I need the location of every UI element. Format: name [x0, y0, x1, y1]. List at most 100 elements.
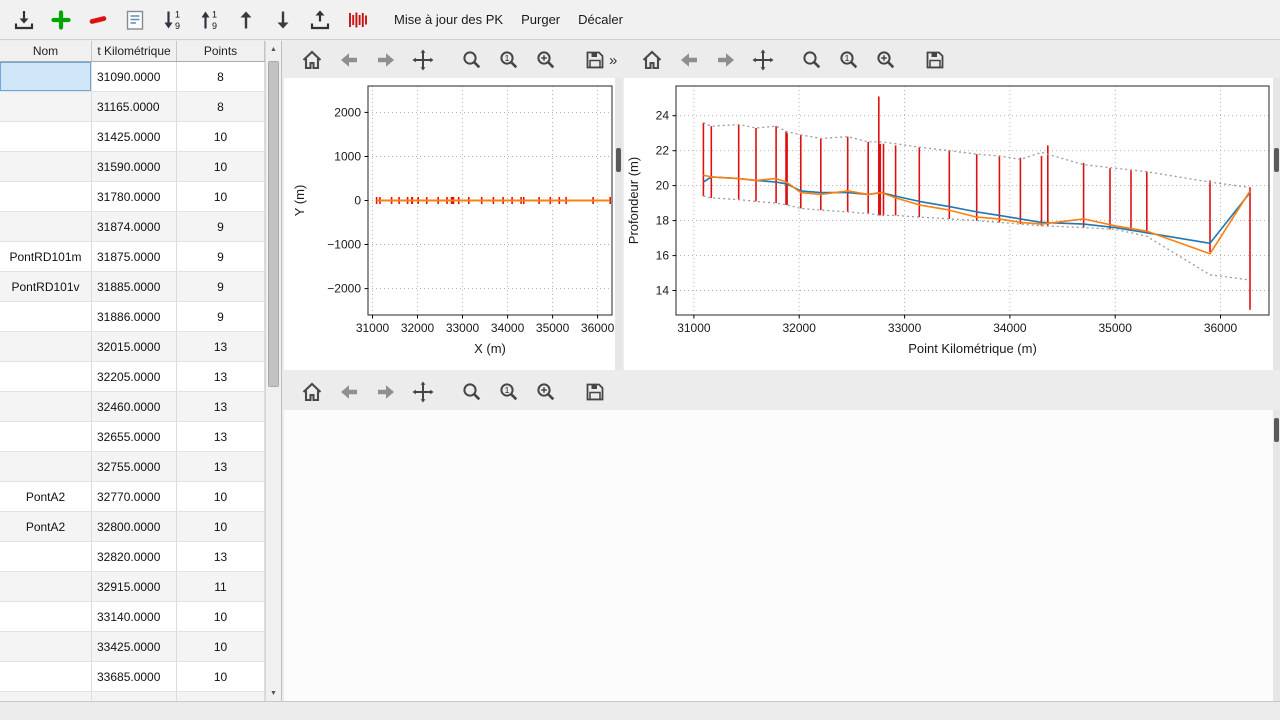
cell-nom[interactable]: [0, 92, 92, 122]
cell-empty[interactable]: [92, 692, 177, 701]
cell-nom[interactable]: PontRD101m: [0, 242, 92, 272]
cell-pk[interactable]: 32820.0000: [92, 542, 177, 572]
cell-nom[interactable]: [0, 392, 92, 422]
export-button[interactable]: [306, 6, 334, 34]
zoom-button[interactable]: [458, 378, 486, 406]
cell-nom[interactable]: [0, 452, 92, 482]
save-button[interactable]: [921, 46, 949, 74]
import-button[interactable]: [10, 6, 38, 34]
bottom-panel-scrollbar[interactable]: [1273, 410, 1280, 701]
cell-nom[interactable]: [0, 602, 92, 632]
cell-points[interactable]: 9: [177, 302, 265, 332]
cell-points[interactable]: 9: [177, 272, 265, 302]
table-scrollbar-thumb[interactable]: [268, 61, 279, 387]
cell-pk[interactable]: 32915.0000: [92, 572, 177, 602]
cell-points[interactable]: 13: [177, 422, 265, 452]
pan-button[interactable]: [409, 46, 437, 74]
cell-pk[interactable]: 32770.0000: [92, 482, 177, 512]
xy-plot-figure[interactable]: 310003200033000340003500036000−2000−1000…: [284, 78, 615, 370]
cell-points[interactable]: 10: [177, 182, 265, 212]
pan-button[interactable]: [409, 378, 437, 406]
cell-empty[interactable]: [0, 692, 92, 701]
cell-pk[interactable]: 31875.0000: [92, 242, 177, 272]
cell-pk[interactable]: 31165.0000: [92, 92, 177, 122]
cell-points[interactable]: 13: [177, 542, 265, 572]
sections-button[interactable]: [343, 6, 371, 34]
zoom-one-button[interactable]: 1: [495, 46, 523, 74]
cell-nom[interactable]: PontA2: [0, 512, 92, 542]
cell-nom[interactable]: [0, 152, 92, 182]
cell-nom[interactable]: [0, 332, 92, 362]
scroll-down-button[interactable]: ▼: [266, 685, 281, 701]
cell-nom[interactable]: [0, 632, 92, 662]
profile-plot-figure[interactable]: 3100032000330003400035000360001416182022…: [624, 78, 1273, 370]
cell-pk[interactable]: 33425.0000: [92, 632, 177, 662]
zoom-button[interactable]: [458, 46, 486, 74]
zoom-marked-button[interactable]: [532, 46, 560, 74]
cell-points[interactable]: 9: [177, 242, 265, 272]
cell-points[interactable]: 8: [177, 62, 265, 92]
cell-points[interactable]: 11: [177, 572, 265, 602]
cell-pk[interactable]: 32800.0000: [92, 512, 177, 542]
table-scrollbar[interactable]: ▲ ▼: [265, 41, 281, 701]
sort-desc-button[interactable]: 19: [158, 6, 186, 34]
cell-nom[interactable]: [0, 182, 92, 212]
cell-pk[interactable]: 33140.0000: [92, 602, 177, 632]
zoom-marked-button[interactable]: [872, 46, 900, 74]
back-button[interactable]: [335, 378, 363, 406]
cell-nom[interactable]: [0, 422, 92, 452]
forward-button[interactable]: [712, 46, 740, 74]
cell-pk[interactable]: 31886.0000: [92, 302, 177, 332]
selected-cell[interactable]: [0, 62, 92, 92]
cell-pk[interactable]: 31090.0000: [92, 62, 177, 92]
cell-pk[interactable]: 32755.0000: [92, 452, 177, 482]
cell-points[interactable]: 13: [177, 452, 265, 482]
xy-panel-scrollbar-thumb[interactable]: [616, 148, 621, 172]
cell-pk[interactable]: 31590.0000: [92, 152, 177, 182]
column-header-points[interactable]: Points: [177, 41, 265, 61]
cell-points[interactable]: 10: [177, 122, 265, 152]
forward-button[interactable]: [372, 46, 400, 74]
cell-pk[interactable]: 32015.0000: [92, 332, 177, 362]
bottom-panel-scrollbar-thumb[interactable]: [1274, 418, 1279, 442]
cell-points[interactable]: 10: [177, 632, 265, 662]
scroll-up-button[interactable]: ▲: [266, 41, 281, 57]
cell-nom[interactable]: [0, 302, 92, 332]
cell-nom[interactable]: [0, 572, 92, 602]
zoom-one-button[interactable]: 1: [835, 46, 863, 74]
profile-panel-scrollbar-thumb[interactable]: [1274, 148, 1279, 172]
shift-button[interactable]: Décaler: [569, 7, 632, 32]
cell-nom[interactable]: [0, 542, 92, 572]
back-button[interactable]: [335, 46, 363, 74]
form-button[interactable]: [121, 6, 149, 34]
cell-pk[interactable]: 31885.0000: [92, 272, 177, 302]
cell-nom[interactable]: [0, 662, 92, 692]
forward-button[interactable]: [372, 378, 400, 406]
cell-pk[interactable]: 31425.0000: [92, 122, 177, 152]
column-header-pk[interactable]: t Kilométrique: [92, 41, 177, 61]
home-button[interactable]: [298, 46, 326, 74]
column-header-nom[interactable]: Nom: [0, 41, 92, 61]
cell-nom[interactable]: [0, 362, 92, 392]
cell-pk[interactable]: 32460.0000: [92, 392, 177, 422]
move-up-button[interactable]: [232, 6, 260, 34]
cell-nom[interactable]: PontRD101v: [0, 272, 92, 302]
cell-pk[interactable]: 31780.0000: [92, 182, 177, 212]
update-pk-button[interactable]: Mise à jour des PK: [385, 7, 512, 32]
xy-plot-canvas[interactable]: 310003200033000340003500036000−2000−1000…: [284, 78, 615, 370]
cell-points[interactable]: 10: [177, 152, 265, 182]
cell-pk[interactable]: 31874.0000: [92, 212, 177, 242]
cell-nom[interactable]: [0, 122, 92, 152]
cell-points[interactable]: 10: [177, 602, 265, 632]
profile-panel-scrollbar[interactable]: [1273, 78, 1280, 370]
cell-points[interactable]: 10: [177, 662, 265, 692]
xy-panel-scrollbar[interactable]: [615, 78, 622, 370]
cell-points[interactable]: 13: [177, 362, 265, 392]
cell-points[interactable]: 13: [177, 392, 265, 422]
move-down-button[interactable]: [269, 6, 297, 34]
home-button[interactable]: [298, 378, 326, 406]
profile-plot-canvas[interactable]: 3100032000330003400035000360001416182022…: [624, 78, 1273, 370]
cell-points[interactable]: 8: [177, 92, 265, 122]
add-button[interactable]: [47, 6, 75, 34]
cell-pk[interactable]: 32655.0000: [92, 422, 177, 452]
